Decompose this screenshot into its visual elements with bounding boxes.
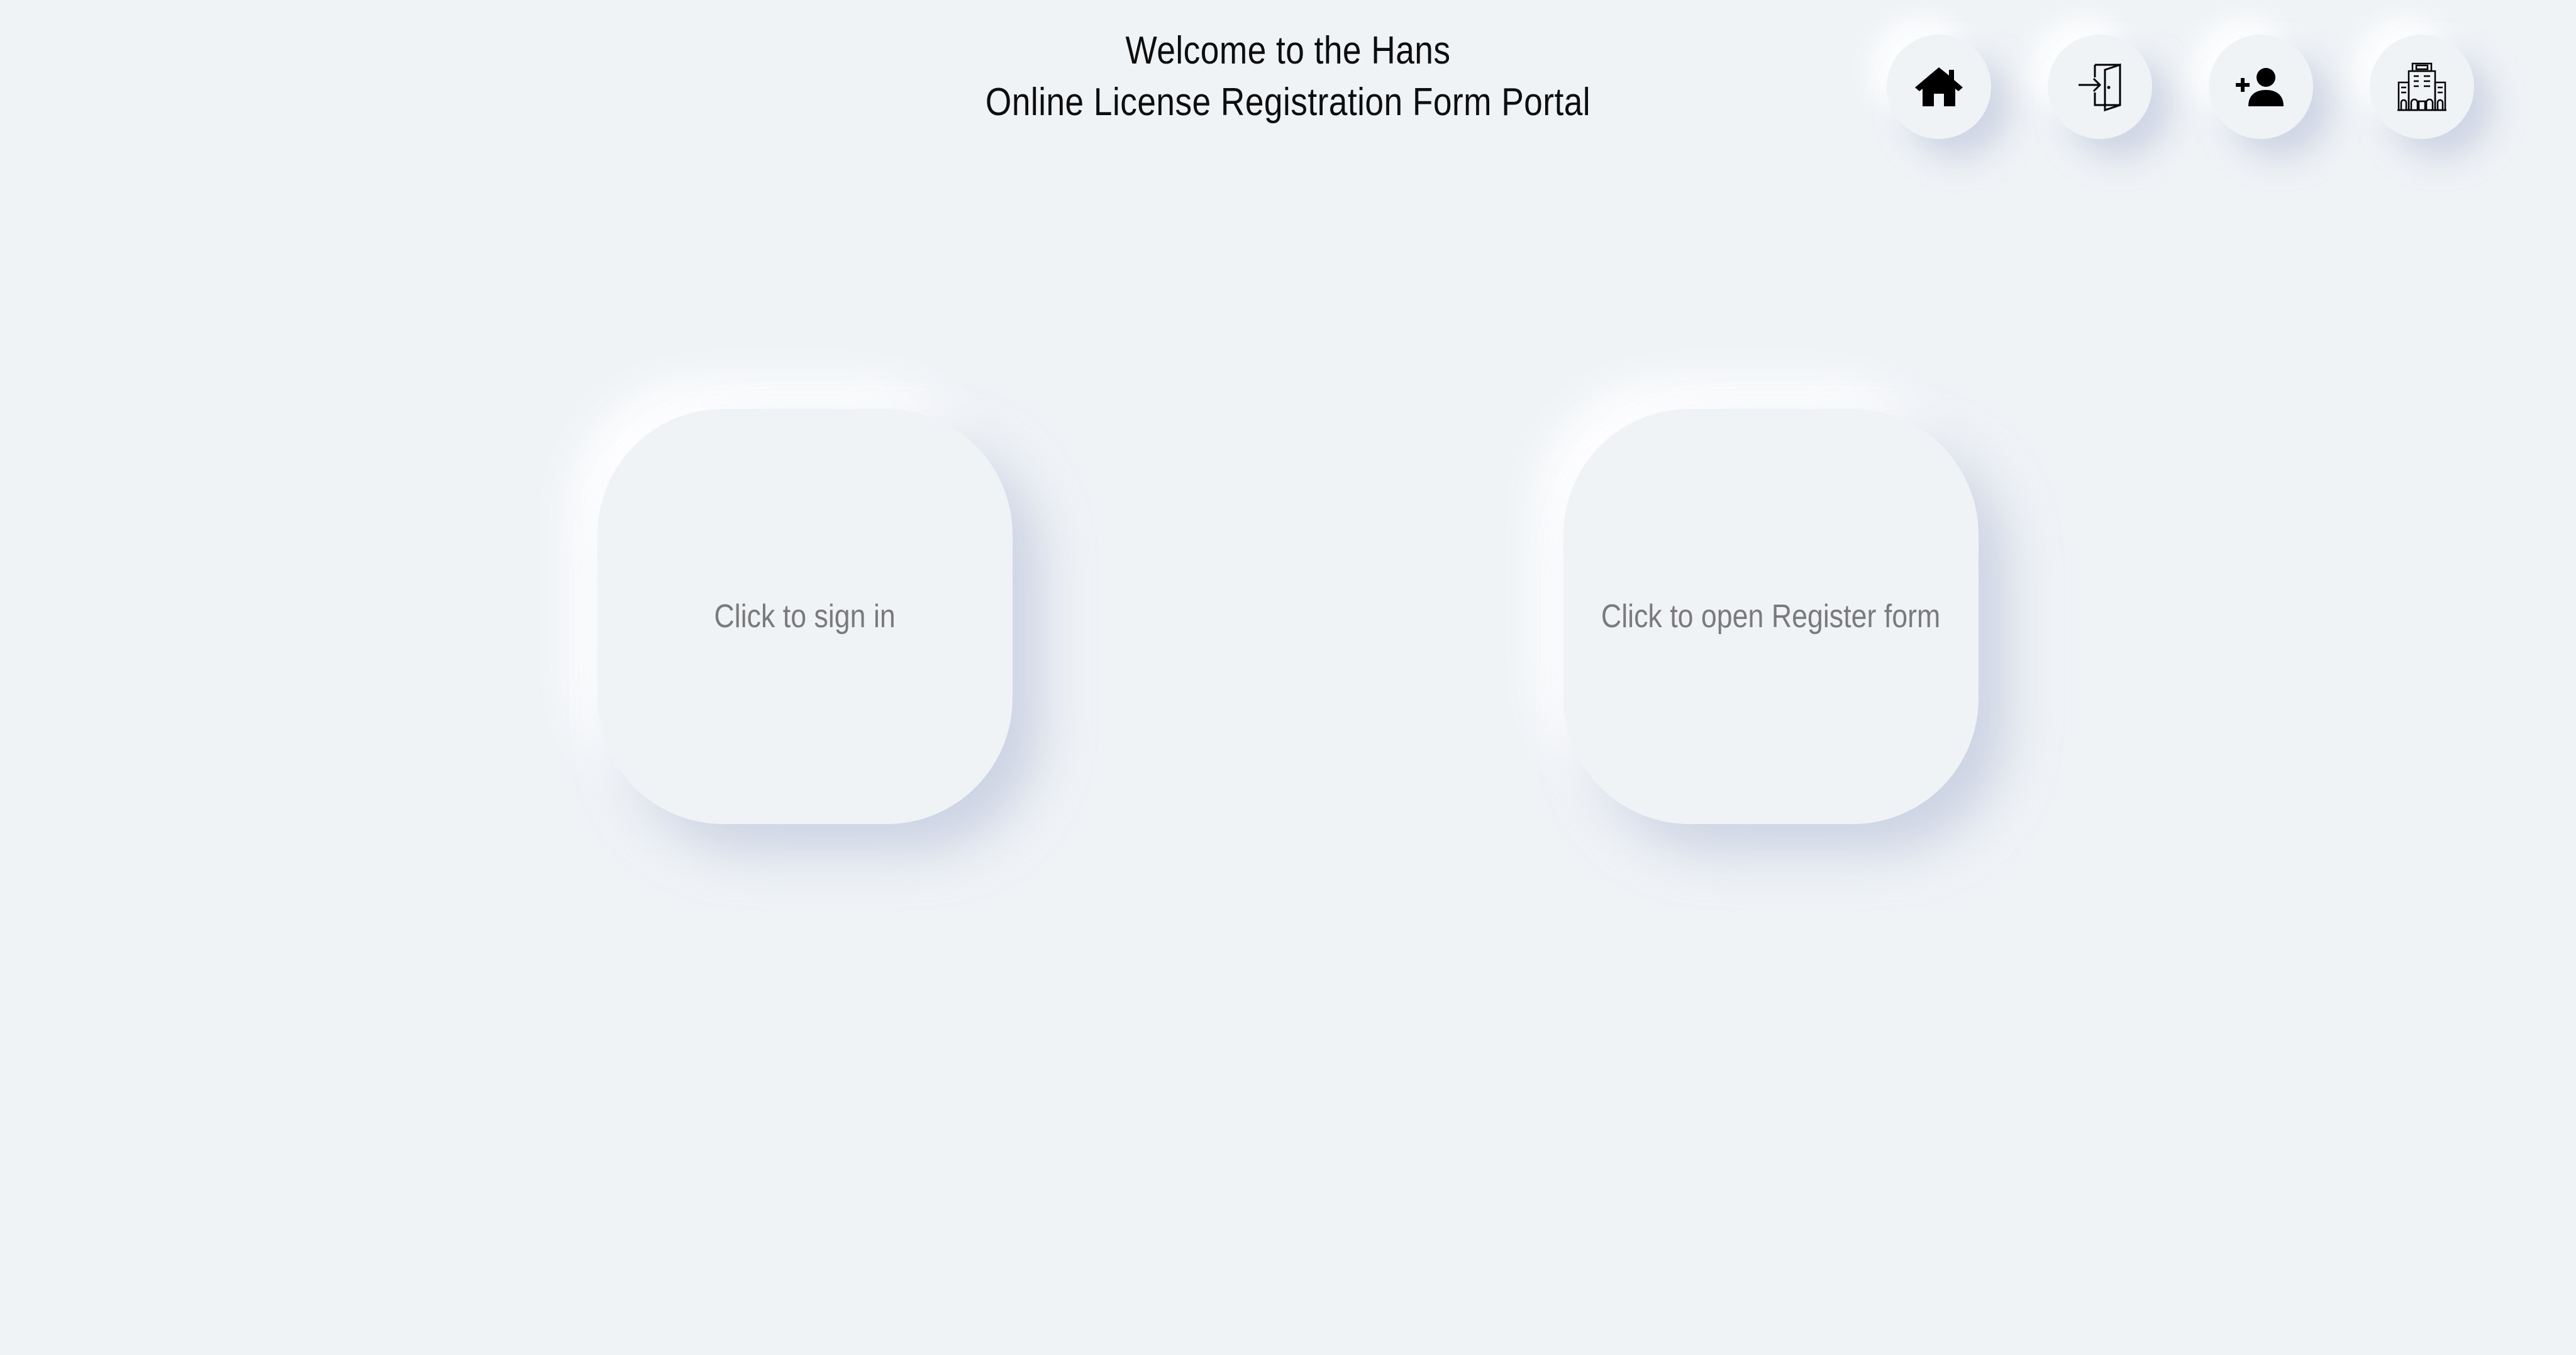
register-card-button[interactable]: Click to open Register form	[1563, 409, 1979, 824]
register-card-label: Click to open Register form	[1601, 598, 1941, 635]
add-user-icon	[2235, 66, 2287, 108]
page-title-line-2: Online License Registration Form Portal	[985, 81, 1591, 124]
sign-in-card-label: Click to sign in	[714, 598, 896, 635]
home-icon	[1914, 65, 1964, 109]
sign-in-door-icon	[2076, 61, 2124, 113]
page: Welcome to the Hans Online License Regis…	[0, 0, 2576, 1355]
home-button[interactable]	[1887, 35, 1991, 139]
building-icon	[2396, 61, 2448, 113]
register-nav-button[interactable]	[2209, 35, 2313, 139]
sign-in-card-button[interactable]: Click to sign in	[597, 409, 1013, 824]
organization-nav-button[interactable]	[2370, 35, 2474, 139]
page-title-line-1: Welcome to the Hans	[1125, 29, 1451, 72]
sign-in-nav-button[interactable]	[2048, 35, 2152, 139]
page-title: Welcome to the Hans Online License Regis…	[855, 25, 1721, 128]
